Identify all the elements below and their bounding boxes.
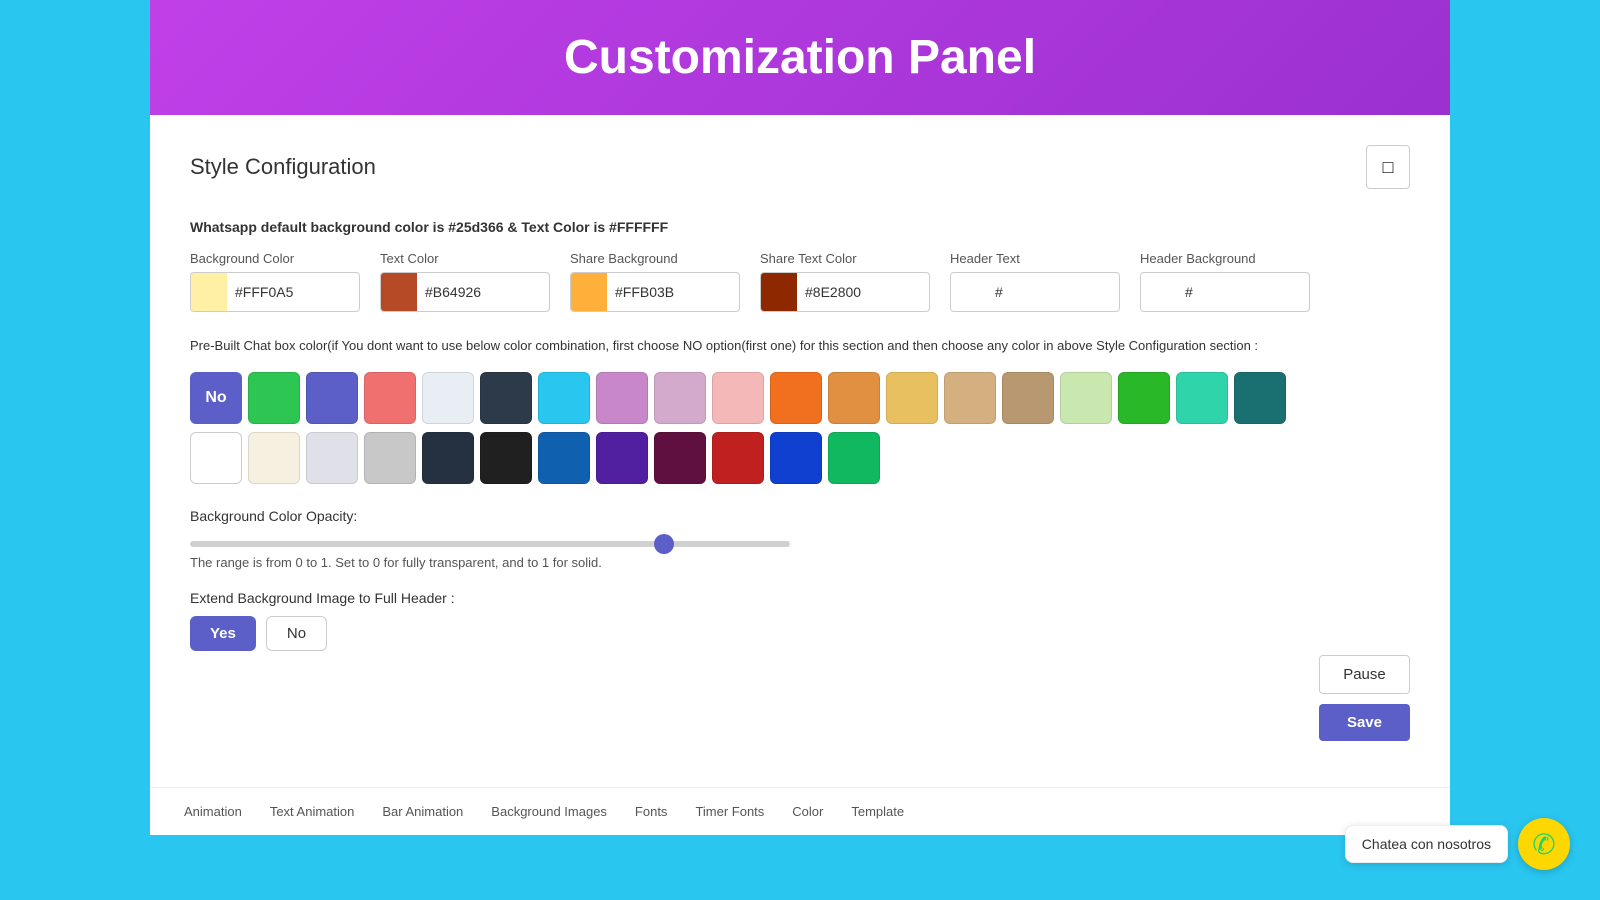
color-field-group-3: Share Text Color bbox=[760, 251, 930, 312]
bottom-nav-item-timer-fonts[interactable]: Timer Fonts bbox=[681, 798, 778, 825]
bottom-nav-item-background-images[interactable]: Background Images bbox=[477, 798, 621, 825]
swatch-btn-row2-7[interactable] bbox=[596, 432, 648, 484]
main-panel: Style Configuration □ Whatsapp default b… bbox=[150, 115, 1450, 835]
yes-no-row: Yes No bbox=[190, 616, 1410, 651]
swatch-btn-row1-3[interactable] bbox=[364, 372, 416, 424]
header-banner: Customization Panel bbox=[150, 0, 1450, 115]
color-field-group-2: Share Background bbox=[570, 251, 740, 312]
device-icon-button[interactable]: □ bbox=[1366, 145, 1410, 189]
color-swatch-5[interactable] bbox=[1141, 273, 1177, 311]
info-text: Whatsapp default background color is #25… bbox=[190, 219, 1410, 235]
color-swatches-grid: No bbox=[190, 372, 1410, 484]
swatch-btn-row1-16[interactable] bbox=[1118, 372, 1170, 424]
swatch-btn-row1-2[interactable] bbox=[306, 372, 358, 424]
bottom-nav-item-fonts[interactable]: Fonts bbox=[621, 798, 682, 825]
color-field-label-5: Header Background bbox=[1140, 251, 1310, 266]
color-text-input-0[interactable] bbox=[227, 278, 359, 306]
color-field-label-1: Text Color bbox=[380, 251, 550, 266]
opacity-slider[interactable] bbox=[190, 541, 790, 547]
swatch-btn-row1-12[interactable] bbox=[886, 372, 938, 424]
swatch-btn-row1-4[interactable] bbox=[422, 372, 474, 424]
panel-title: Style Configuration bbox=[190, 154, 376, 180]
swatch-btn-row1-10[interactable] bbox=[770, 372, 822, 424]
color-text-input-1[interactable] bbox=[417, 278, 549, 306]
yes-button[interactable]: Yes bbox=[190, 616, 256, 651]
save-button[interactable]: Save bbox=[1319, 704, 1410, 741]
swatch-btn-row2-5[interactable] bbox=[480, 432, 532, 484]
color-input-wrapper-0 bbox=[190, 272, 360, 312]
whatsapp-icon: ✆ bbox=[1532, 828, 1555, 861]
swatch-btn-row2-11[interactable] bbox=[828, 432, 880, 484]
bottom-nav-item-animation[interactable]: Animation bbox=[170, 798, 256, 825]
device-icon: □ bbox=[1383, 157, 1394, 178]
opacity-label: Background Color Opacity: bbox=[190, 508, 1410, 524]
swatch-btn-row1-14[interactable] bbox=[1002, 372, 1054, 424]
color-input-wrapper-1 bbox=[380, 272, 550, 312]
color-input-wrapper-5 bbox=[1140, 272, 1310, 312]
bottom-nav-item-template[interactable]: Template bbox=[837, 798, 918, 825]
right-sidebar-buttons: Pause Save bbox=[1319, 655, 1410, 741]
prebuilt-desc: Pre-Built Chat box color(if You dont wan… bbox=[190, 336, 1290, 356]
swatch-btn-row2-4[interactable] bbox=[422, 432, 474, 484]
chat-tooltip: Chatea con nosotros bbox=[1345, 825, 1508, 863]
color-text-input-3[interactable] bbox=[797, 278, 929, 306]
swatch-btn-row1-6[interactable] bbox=[538, 372, 590, 424]
swatch-no-button[interactable]: No bbox=[190, 372, 242, 424]
color-fields-row: Background Color Text Color Share Backgrou… bbox=[190, 251, 1410, 312]
color-swatch-1[interactable] bbox=[381, 273, 417, 311]
color-field-label-2: Share Background bbox=[570, 251, 740, 266]
color-swatch-4[interactable] bbox=[951, 273, 987, 311]
opacity-section: Background Color Opacity: The range is f… bbox=[190, 508, 1410, 570]
no-button[interactable]: No bbox=[266, 616, 327, 651]
extend-label: Extend Background Image to Full Header : bbox=[190, 590, 1410, 606]
color-text-input-2[interactable] bbox=[607, 278, 739, 306]
swatch-btn-row2-9[interactable] bbox=[712, 432, 764, 484]
bottom-nav-item-color[interactable]: Color bbox=[778, 798, 837, 825]
color-swatch-2[interactable] bbox=[571, 273, 607, 311]
swatch-btn-row1-18[interactable] bbox=[1234, 372, 1286, 424]
swatch-btn-row2-2[interactable] bbox=[306, 432, 358, 484]
swatch-btn-row1-1[interactable] bbox=[248, 372, 300, 424]
bottom-nav-item-bar-animation[interactable]: Bar Animation bbox=[368, 798, 477, 825]
swatch-btn-row2-1[interactable] bbox=[248, 432, 300, 484]
swatch-btn-row1-15[interactable] bbox=[1060, 372, 1112, 424]
swatch-btn-row1-11[interactable] bbox=[828, 372, 880, 424]
swatch-btn-row2-8[interactable] bbox=[654, 432, 706, 484]
swatches-row-2 bbox=[190, 432, 1410, 484]
color-field-label-4: Header Text bbox=[950, 251, 1120, 266]
swatch-btn-row2-6[interactable] bbox=[538, 432, 590, 484]
color-field-group-1: Text Color bbox=[380, 251, 550, 312]
swatch-btn-row1-9[interactable] bbox=[712, 372, 764, 424]
opacity-hint: The range is from 0 to 1. Set to 0 for f… bbox=[190, 555, 1410, 570]
swatch-btn-row1-8[interactable] bbox=[654, 372, 706, 424]
page-title: Customization Panel bbox=[180, 30, 1420, 85]
color-field-group-5: Header Background bbox=[1140, 251, 1310, 312]
pause-button[interactable]: Pause bbox=[1319, 655, 1410, 694]
chat-icon-button[interactable]: ✆ bbox=[1518, 818, 1570, 870]
color-swatch-0[interactable] bbox=[191, 273, 227, 311]
color-text-input-5[interactable] bbox=[1177, 278, 1309, 306]
color-input-wrapper-4 bbox=[950, 272, 1120, 312]
swatch-btn-row1-17[interactable] bbox=[1176, 372, 1228, 424]
swatch-btn-row1-7[interactable] bbox=[596, 372, 648, 424]
color-field-group-4: Header Text bbox=[950, 251, 1120, 312]
color-field-label-3: Share Text Color bbox=[760, 251, 930, 266]
color-text-input-4[interactable] bbox=[987, 278, 1119, 306]
bottom-nav: AnimationText AnimationBar AnimationBack… bbox=[150, 787, 1450, 835]
swatch-btn-row2-0[interactable] bbox=[190, 432, 242, 484]
color-swatch-3[interactable] bbox=[761, 273, 797, 311]
extend-section: Extend Background Image to Full Header :… bbox=[190, 590, 1410, 651]
swatch-btn-row1-13[interactable] bbox=[944, 372, 996, 424]
swatch-btn-row2-10[interactable] bbox=[770, 432, 822, 484]
swatches-row-1: No bbox=[190, 372, 1410, 424]
panel-header: Style Configuration □ bbox=[190, 145, 1410, 189]
swatch-btn-row1-5[interactable] bbox=[480, 372, 532, 424]
color-input-wrapper-3 bbox=[760, 272, 930, 312]
color-field-group-0: Background Color bbox=[190, 251, 360, 312]
chat-widget: Chatea con nosotros ✆ bbox=[1345, 818, 1570, 870]
bottom-nav-item-text-animation[interactable]: Text Animation bbox=[256, 798, 369, 825]
swatch-btn-row2-3[interactable] bbox=[364, 432, 416, 484]
color-field-label-0: Background Color bbox=[190, 251, 360, 266]
color-input-wrapper-2 bbox=[570, 272, 740, 312]
